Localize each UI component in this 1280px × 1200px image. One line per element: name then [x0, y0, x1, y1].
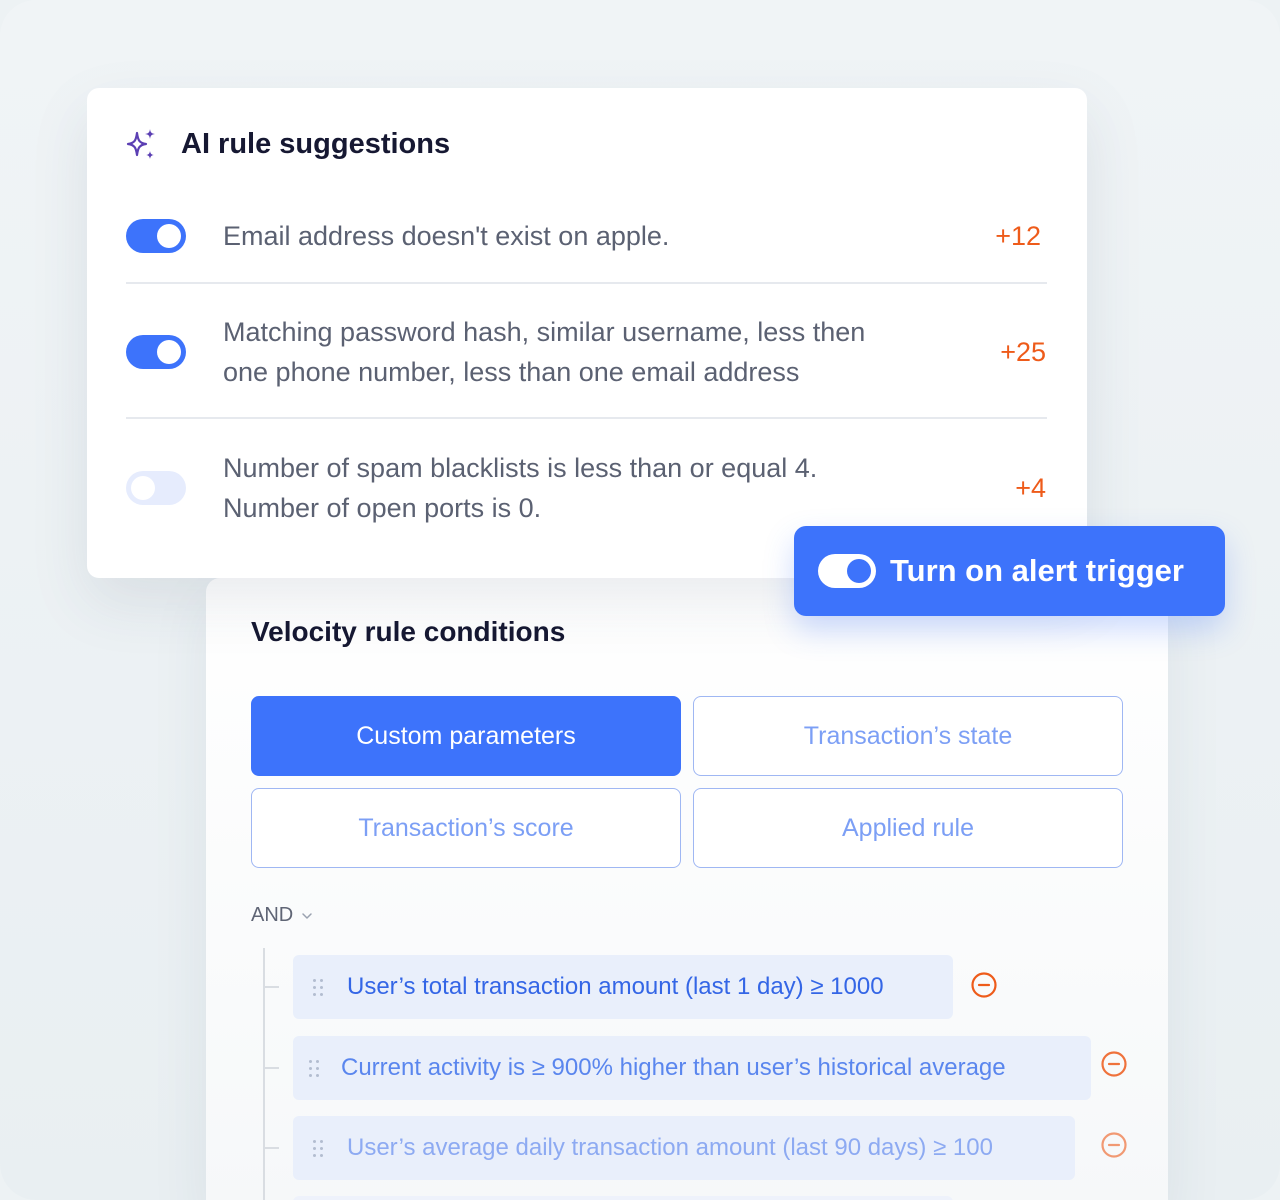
rule-score: +12: [995, 221, 1041, 251]
rule-toggle[interactable]: [126, 471, 186, 505]
rule-score: +25: [1000, 337, 1046, 367]
rule-row: Matching password hash, similar username…: [126, 312, 1046, 392]
sparkle-icon: [126, 129, 155, 159]
condition-tree-tick: [263, 986, 279, 988]
drag-handle-icon[interactable]: [313, 978, 323, 996]
rule-text: Email address doesn't exist on apple.: [223, 216, 669, 256]
condition-text: User’s average daily transaction amount …: [347, 1134, 993, 1161]
param-transaction-score[interactable]: Transaction’s score: [251, 788, 681, 868]
condition-tree-tick: [263, 1067, 279, 1069]
condition-text: User’s total transaction amount (last 1 …: [347, 973, 884, 1000]
param-applied-rule[interactable]: Applied rule: [693, 788, 1123, 868]
alert-trigger-button[interactable]: Turn on alert trigger: [794, 526, 1225, 616]
rule-row: Number of spam blacklists is less than o…: [126, 448, 1046, 528]
rule-toggle[interactable]: [126, 335, 186, 369]
param-custom-parameters[interactable]: Custom parameters: [251, 696, 681, 776]
alert-trigger-toggle[interactable]: [818, 554, 876, 588]
condition-row[interactable]: Current activity is ≥ 900% higher than u…: [293, 1036, 1091, 1100]
rule-text-line: Number of spam blacklists is less than o…: [223, 453, 818, 483]
drag-handle-icon[interactable]: [309, 1059, 319, 1077]
drag-handle-icon[interactable]: [313, 1139, 323, 1157]
condition-text: Current activity is ≥ 900% higher than u…: [341, 1054, 1006, 1081]
rule-text-line: Matching password hash, similar username…: [223, 317, 866, 347]
remove-condition-icon[interactable]: [1100, 1050, 1128, 1078]
ai-suggestions-card: AI rule suggestions Email address doesn'…: [87, 88, 1087, 578]
operator-label: AND: [251, 904, 294, 926]
rule-score: +4: [1015, 473, 1046, 503]
condition-tree-tick: [263, 1147, 279, 1149]
rule-text: Matching password hash, similar username…: [223, 312, 865, 392]
velocity-rule-card: Velocity rule conditions Custom paramete…: [206, 578, 1168, 1200]
condition-row-partial[interactable]: [293, 1196, 953, 1200]
condition-row[interactable]: User’s average daily transaction amount …: [293, 1116, 1075, 1180]
alert-trigger-label: Turn on alert trigger: [890, 553, 1184, 588]
rule-text-line: Number of open ports is 0.: [223, 493, 542, 523]
rule-text: Number of spam blacklists is less than o…: [223, 448, 817, 528]
toggle-knob: [157, 340, 181, 364]
divider: [126, 282, 1047, 284]
param-transaction-state[interactable]: Transaction’s state: [693, 696, 1123, 776]
rule-row: Email address doesn't exist on apple. +1…: [126, 216, 1046, 256]
ai-card-title: AI rule suggestions: [181, 127, 451, 160]
remove-condition-icon[interactable]: [970, 971, 998, 999]
toggle-knob: [847, 559, 871, 583]
param-label: Transaction’s state: [803, 721, 1013, 750]
ai-card-header: AI rule suggestions: [123, 126, 450, 162]
param-label: Transaction’s score: [358, 813, 574, 842]
rule-toggle[interactable]: [126, 219, 186, 253]
rule-text-line: one phone number, less than one email ad…: [223, 357, 800, 387]
velocity-title: Velocity rule conditions: [251, 616, 566, 647]
toggle-knob: [131, 476, 155, 500]
param-label: Applied rule: [841, 813, 975, 842]
divider: [126, 417, 1047, 419]
param-label: Custom parameters: [356, 721, 576, 750]
remove-condition-icon[interactable]: [1100, 1131, 1128, 1159]
rule-text-line: Email address doesn't exist on apple.: [223, 221, 670, 251]
toggle-knob: [157, 224, 181, 248]
chevron-down-icon: [302, 912, 312, 919]
logic-operator-dropdown[interactable]: AND: [251, 904, 313, 927]
condition-row[interactable]: User’s total transaction amount (last 1 …: [293, 955, 953, 1019]
